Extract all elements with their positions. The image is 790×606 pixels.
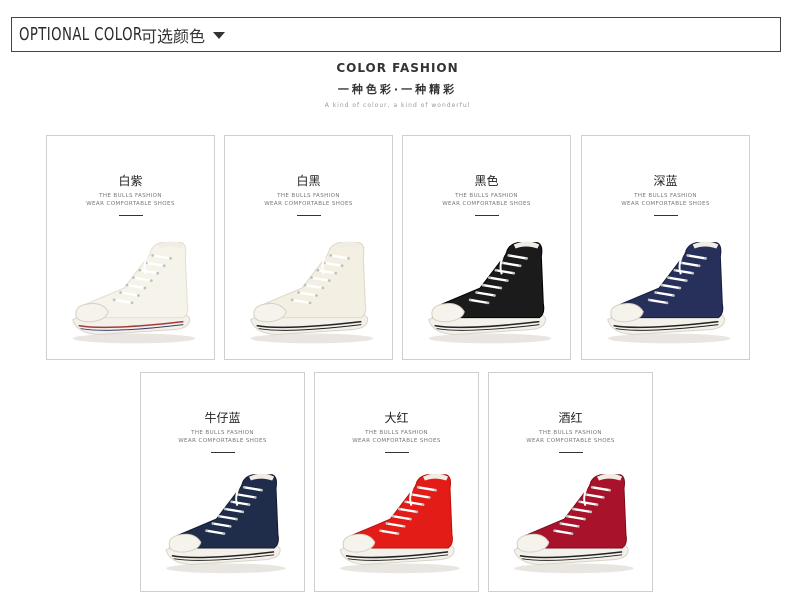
color-card-red[interactable]: 大红 THE BULLS FASHION WEAR COMFORTABLE SH… xyxy=(314,372,479,592)
card-divider xyxy=(296,215,321,216)
color-card-white-purple[interactable]: 白紫 THE BULLS FASHION WEAR COMFORTABLE SH… xyxy=(46,135,215,360)
card-color-name: 酒红 xyxy=(558,411,583,425)
card-divider xyxy=(558,452,583,453)
color-card-denim-blue[interactable]: 牛仔蓝 THE BULLS FASHION WEAR COMFORTABLE S… xyxy=(140,372,305,592)
card-line-1: THE BULLS FASHION xyxy=(191,430,254,436)
card-line-1: THE BULLS FASHION xyxy=(277,193,340,199)
caret-down-icon[interactable] xyxy=(213,32,226,39)
card-divider xyxy=(474,215,499,216)
card-color-name: 深蓝 xyxy=(653,174,678,188)
shoe-image xyxy=(428,241,552,344)
card-line-2: WEAR COMFORTABLE SHOES xyxy=(621,201,710,207)
card-line-1: THE BULLS FASHION xyxy=(365,430,428,436)
shoe-image xyxy=(339,473,460,574)
header-title-en: OPTIONAL COLOR xyxy=(19,24,143,45)
color-card-white-black[interactable]: 白黑 THE BULLS FASHION WEAR COMFORTABLE SH… xyxy=(224,135,393,360)
card-line-1: THE BULLS FASHION xyxy=(539,430,602,436)
card-divider xyxy=(384,452,409,453)
color-card-black[interactable]: 黑色 THE BULLS FASHION WEAR COMFORTABLE SH… xyxy=(402,135,571,360)
header-title-cn: 可选颜色 xyxy=(141,26,206,46)
card-line-2: WEAR COMFORTABLE SHOES xyxy=(264,201,353,207)
brand-tagline: A kind of colour, a kind of wonderful xyxy=(324,102,471,109)
card-divider xyxy=(653,215,678,216)
shoe-image xyxy=(165,473,286,574)
card-divider xyxy=(210,452,235,453)
card-color-name: 牛仔蓝 xyxy=(204,411,241,425)
card-color-name: 白紫 xyxy=(118,174,143,188)
card-line-2: WEAR COMFORTABLE SHOES xyxy=(352,438,441,444)
card-color-name: 白黑 xyxy=(296,174,321,188)
card-divider xyxy=(118,215,143,216)
card-line-1: THE BULLS FASHION xyxy=(99,193,162,199)
card-color-name: 黑色 xyxy=(474,174,499,188)
shoe-image xyxy=(72,241,196,344)
card-line-2: WEAR COMFORTABLE SHOES xyxy=(526,438,615,444)
shoe-image xyxy=(607,241,731,344)
card-line-1: THE BULLS FASHION xyxy=(634,193,697,199)
card-line-2: WEAR COMFORTABLE SHOES xyxy=(86,201,175,207)
color-card-navy[interactable]: 深蓝 THE BULLS FASHION WEAR COMFORTABLE SH… xyxy=(581,135,750,360)
shoe-image xyxy=(513,473,634,574)
brand-title: COLOR FASHION xyxy=(336,61,459,75)
card-line-2: WEAR COMFORTABLE SHOES xyxy=(178,438,267,444)
card-color-name: 大红 xyxy=(384,411,409,425)
shoe-image xyxy=(250,241,374,344)
card-line-1: THE BULLS FASHION xyxy=(455,193,518,199)
color-card-wine-red[interactable]: 酒红 THE BULLS FASHION WEAR COMFORTABLE SH… xyxy=(488,372,653,592)
brand-subtitle: 一种色彩·一种精彩 xyxy=(337,83,458,96)
card-line-2: WEAR COMFORTABLE SHOES xyxy=(442,201,531,207)
optional-color-header[interactable]: OPTIONAL COLOR 可选颜色 xyxy=(11,17,781,52)
